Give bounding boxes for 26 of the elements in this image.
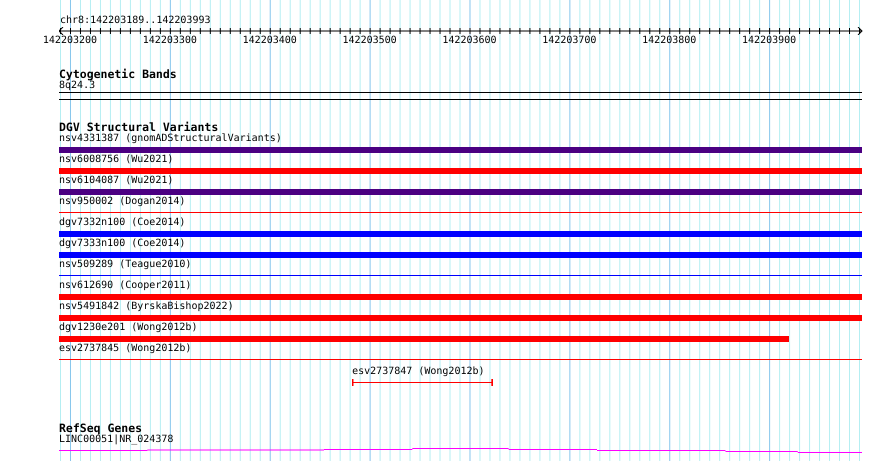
tick-label: 142203200: [42, 35, 98, 47]
variant-label: nsv6104087 (Wu2021): [59, 175, 174, 187]
track-title: DGV Structural Variants: [59, 121, 218, 133]
variant-label: nsv5491842 (ByrskaBishop2022): [59, 301, 234, 313]
variant-label: nsv509289 (Teague2010): [59, 259, 192, 271]
variant-label: dgv7332n100 (Coe2014): [59, 217, 186, 229]
location-label: chr8:142203189..142203993: [59, 15, 211, 27]
gene-label: LINC00051|NR_024378: [59, 434, 174, 446]
variant-label: esv2737847 (Wong2012b): [352, 366, 485, 378]
band-label: 8q24.3: [59, 80, 96, 92]
tick-label: 142203500: [342, 35, 397, 47]
track-title: Cytogenetic Bands: [59, 68, 177, 80]
tick-label: 142203400: [242, 35, 297, 47]
variant-label: dgv1230e201 (Wong2012b): [59, 322, 198, 334]
variant-label: nsv6008756 (Wu2021): [59, 154, 174, 166]
variant-label: nsv950002 (Dogan2014): [59, 196, 186, 208]
variant-label: nsv4331387 (gnomADStructuralVariants): [59, 133, 282, 145]
tick-label: 142203900: [742, 35, 796, 47]
tick-label: 142203700: [542, 35, 596, 47]
tick-label: 142203800: [642, 35, 696, 47]
tick-label: 142203300: [142, 35, 197, 47]
track-title: RefSeq Genes: [59, 422, 142, 434]
variant-label: esv2737845 (Wong2012b): [59, 343, 192, 355]
tick-label: 142203600: [442, 35, 497, 47]
variant-label: nsv612690 (Cooper2011): [59, 280, 192, 292]
variant-label: dgv7333n100 (Coe2014): [59, 238, 186, 250]
